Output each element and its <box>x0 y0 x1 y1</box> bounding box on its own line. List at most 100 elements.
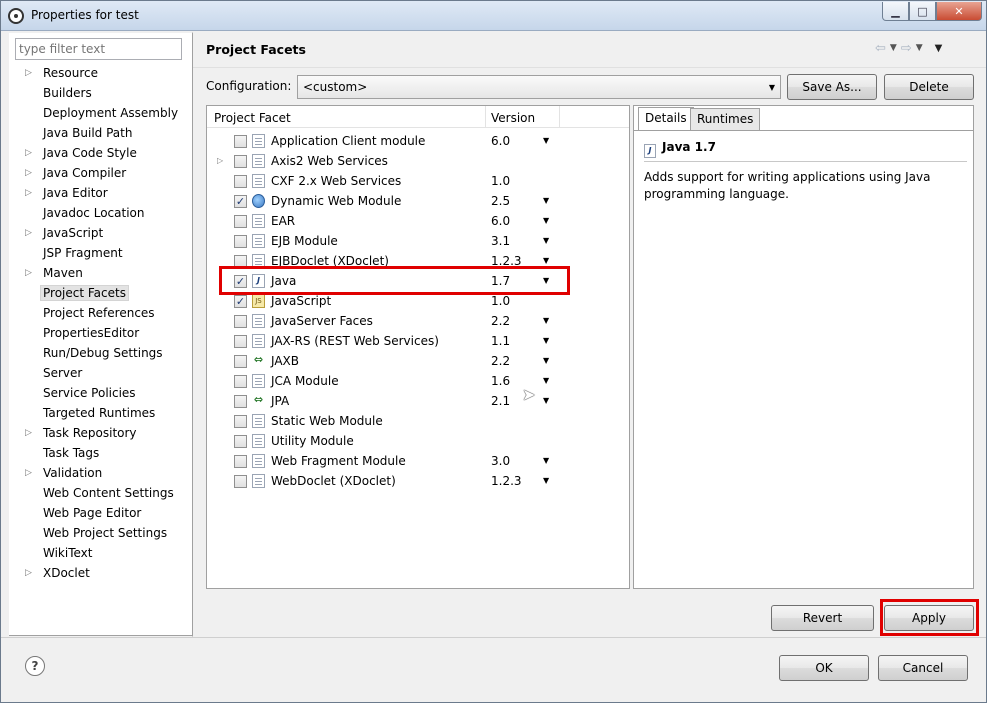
view-menu-icon[interactable]: ▼ <box>935 43 943 56</box>
sidebar-item[interactable]: Project References <box>9 303 193 323</box>
facet-version[interactable]: 1.1 <box>491 331 510 351</box>
version-dropdown-icon[interactable]: ▼ <box>543 391 549 411</box>
facet-checkbox[interactable] <box>234 335 247 348</box>
expand-arrow-icon[interactable]: ▷ <box>25 63 32 83</box>
version-dropdown-icon[interactable]: ▼ <box>543 191 549 211</box>
sidebar-item[interactable]: Task Tags <box>9 443 193 463</box>
sidebar-item[interactable]: JSP Fragment <box>9 243 193 263</box>
facet-checkbox[interactable] <box>234 455 247 468</box>
facet-row[interactable]: ⇔ JPA 2.1 ▼ <box>207 391 629 411</box>
expand-arrow-icon[interactable]: ▷ <box>25 183 32 203</box>
expand-arrow-icon[interactable]: ▷ <box>25 143 32 163</box>
maximize-button[interactable]: □ <box>909 2 936 21</box>
facet-version[interactable]: 3.1 <box>491 231 510 251</box>
facet-checkbox[interactable] <box>234 155 247 168</box>
facet-checkbox[interactable] <box>234 355 247 368</box>
sidebar-item[interactable]: Project Facets <box>9 283 193 303</box>
facet-row[interactable]: JAX-RS (REST Web Services) 1.1 ▼ <box>207 331 629 351</box>
facet-version[interactable]: 2.2 <box>491 311 510 331</box>
version-dropdown-icon[interactable]: ▼ <box>543 471 549 491</box>
sidebar-item[interactable]: ▷ JavaScript <box>9 223 193 243</box>
back-dropdown-icon[interactable]: ▼ <box>890 43 897 56</box>
sidebar-item[interactable]: Run/Debug Settings <box>9 343 193 363</box>
version-dropdown-icon[interactable]: ▼ <box>543 371 549 391</box>
sidebar-item[interactable]: ▷ Resource <box>9 63 193 83</box>
facet-row[interactable]: CXF 2.x Web Services 1.0 <box>207 171 629 191</box>
tab-runtimes[interactable]: Runtimes <box>690 108 761 130</box>
sidebar-item[interactable]: ▷ Java Code Style <box>9 143 193 163</box>
facet-row[interactable]: Application Client module 6.0 ▼ <box>207 131 629 151</box>
version-dropdown-icon[interactable]: ▼ <box>543 311 549 331</box>
minimize-button[interactable]: ▁ <box>882 2 909 21</box>
version-dropdown-icon[interactable]: ▼ <box>543 131 549 151</box>
facet-checkbox[interactable] <box>234 315 247 328</box>
back-arrow-icon[interactable]: ⇦ <box>875 41 886 56</box>
facet-row[interactable]: ⇔ JAXB 2.2 ▼ <box>207 351 629 371</box>
facet-row[interactable]: Static Web Module <box>207 411 629 431</box>
sidebar-item[interactable]: Web Content Settings <box>9 483 193 503</box>
sidebar-item[interactable]: Service Policies <box>9 383 193 403</box>
ok-button[interactable]: OK <box>779 655 869 681</box>
sidebar-item[interactable]: ▷ Task Repository <box>9 423 193 443</box>
facet-checkbox[interactable] <box>234 175 247 188</box>
facet-checkbox[interactable] <box>234 395 247 408</box>
facet-version[interactable]: 1.2.3 <box>491 471 522 491</box>
facet-version[interactable]: 1.0 <box>491 171 510 191</box>
facet-version[interactable]: 2.5 <box>491 191 510 211</box>
version-dropdown-icon[interactable]: ▼ <box>543 351 549 371</box>
facet-row[interactable]: EAR 6.0 ▼ <box>207 211 629 231</box>
version-dropdown-icon[interactable]: ▼ <box>543 331 549 351</box>
facet-checkbox[interactable] <box>234 235 247 248</box>
sidebar-item[interactable]: Server <box>9 363 193 383</box>
expand-arrow-icon[interactable]: ▷ <box>25 423 32 443</box>
facet-checkbox[interactable] <box>234 135 247 148</box>
tab-details[interactable]: Details <box>638 107 694 130</box>
sidebar-item[interactable]: ▷ Java Compiler <box>9 163 193 183</box>
sidebar-item[interactable]: Deployment Assembly <box>9 103 193 123</box>
sidebar-item[interactable]: Web Project Settings <box>9 523 193 543</box>
sidebar-item[interactable]: ▷ Java Editor <box>9 183 193 203</box>
configuration-select[interactable]: <custom> ▼ <box>297 75 781 99</box>
sidebar-item[interactable]: Javadoc Location <box>9 203 193 223</box>
expand-arrow-icon[interactable]: ▷ <box>217 151 223 171</box>
sidebar-item[interactable]: WikiText <box>9 543 193 563</box>
facet-row[interactable]: JavaServer Faces 2.2 ▼ <box>207 311 629 331</box>
save-as-button[interactable]: Save As... <box>787 74 877 100</box>
facet-checkbox[interactable]: ✓ <box>234 195 247 208</box>
column-version[interactable]: Version <box>491 111 535 125</box>
facet-row[interactable]: JCA Module 1.6 ▼ <box>207 371 629 391</box>
facet-row[interactable]: WebDoclet (XDoclet) 1.2.3 ▼ <box>207 471 629 491</box>
forward-dropdown-icon[interactable]: ▼ <box>916 43 923 56</box>
facet-version[interactable]: 6.0 <box>491 131 510 151</box>
expand-arrow-icon[interactable]: ▷ <box>25 263 32 283</box>
sidebar-item[interactable]: ▷ XDoclet <box>9 563 193 583</box>
facet-checkbox[interactable] <box>234 475 247 488</box>
sidebar-item[interactable]: Java Build Path <box>9 123 193 143</box>
filter-input[interactable] <box>15 38 182 60</box>
column-project-facet[interactable]: Project Facet <box>214 111 291 125</box>
cancel-button[interactable]: Cancel <box>878 655 968 681</box>
facet-row[interactable]: EJB Module 3.1 ▼ <box>207 231 629 251</box>
sidebar-item[interactable]: Web Page Editor <box>9 503 193 523</box>
revert-button[interactable]: Revert <box>771 605 874 631</box>
facet-checkbox[interactable] <box>234 435 247 448</box>
facet-checkbox[interactable]: ✓ <box>234 295 247 308</box>
sidebar-item[interactable]: ▷ Maven <box>9 263 193 283</box>
version-dropdown-icon[interactable]: ▼ <box>543 451 549 471</box>
facet-version[interactable]: 6.0 <box>491 211 510 231</box>
version-dropdown-icon[interactable]: ▼ <box>543 211 549 231</box>
facet-checkbox[interactable] <box>234 415 247 428</box>
expand-arrow-icon[interactable]: ▷ <box>25 163 32 183</box>
facet-version[interactable]: 3.0 <box>491 451 510 471</box>
close-button[interactable]: ✕ <box>936 2 982 21</box>
sidebar-item[interactable]: PropertiesEditor <box>9 323 193 343</box>
version-dropdown-icon[interactable]: ▼ <box>543 231 549 251</box>
facet-row[interactable]: ✓ Dynamic Web Module 2.5 ▼ <box>207 191 629 211</box>
facet-version[interactable]: 1.6 <box>491 371 510 391</box>
facet-row[interactable]: Web Fragment Module 3.0 ▼ <box>207 451 629 471</box>
expand-arrow-icon[interactable]: ▷ <box>25 223 32 243</box>
forward-arrow-icon[interactable]: ⇨ <box>901 41 912 56</box>
sidebar-item[interactable]: Builders <box>9 83 193 103</box>
help-icon[interactable]: ? <box>25 656 45 676</box>
facet-checkbox[interactable] <box>234 215 247 228</box>
